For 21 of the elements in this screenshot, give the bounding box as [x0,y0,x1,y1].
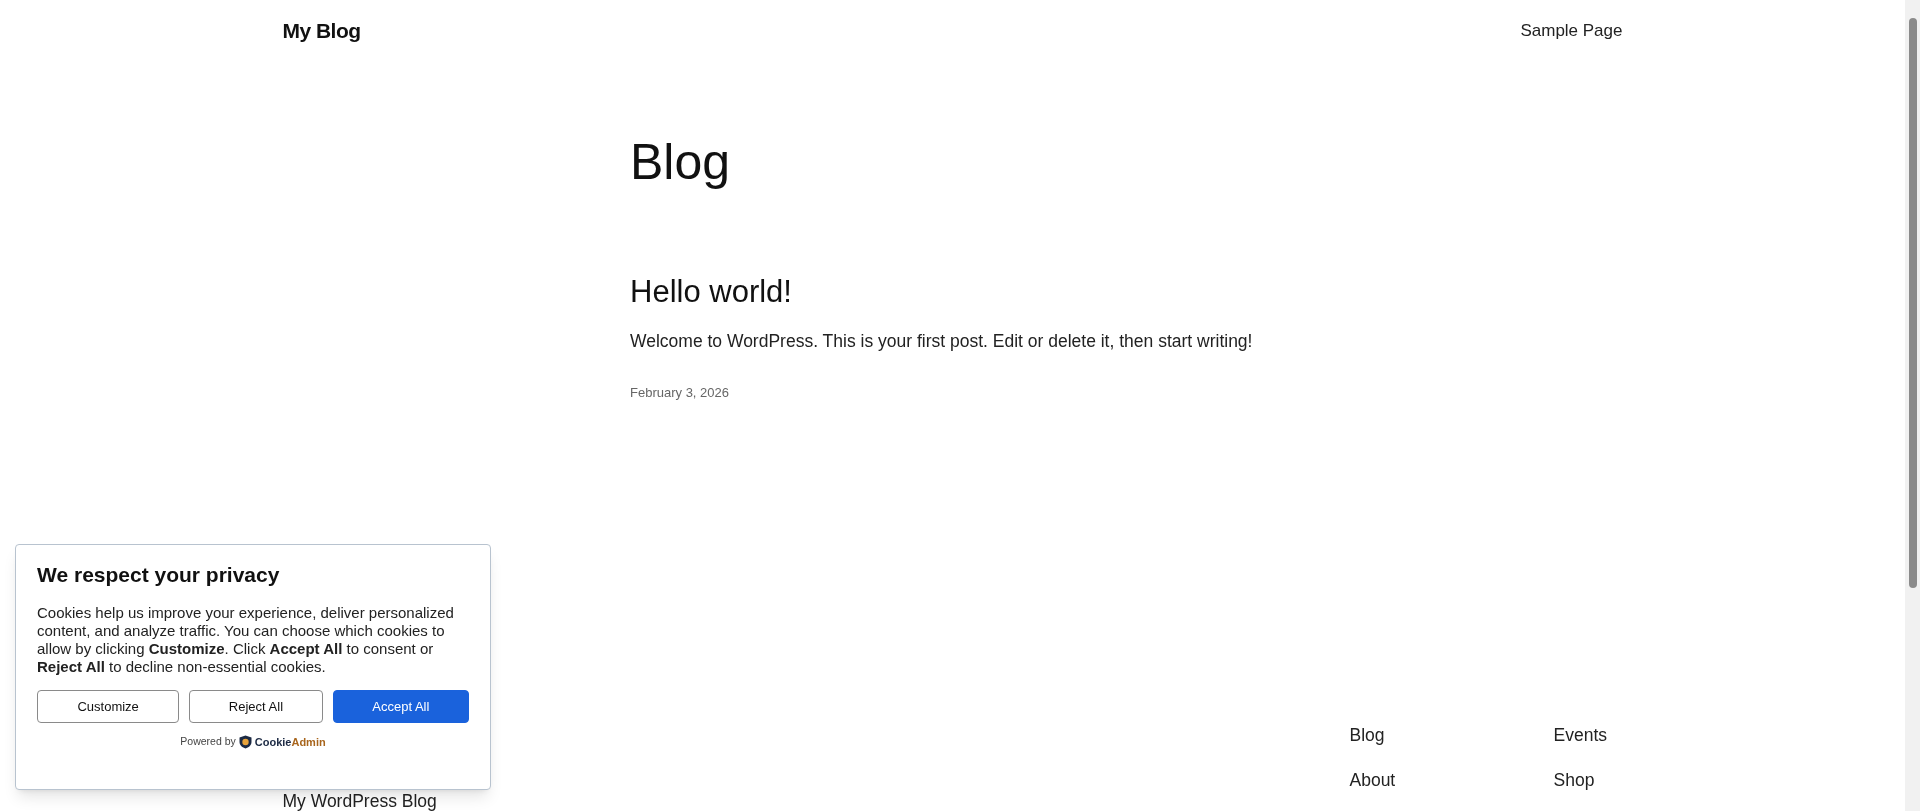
shield-icon [238,735,252,750]
brand-name[interactable]: CookieAdmin [254,734,326,751]
nav-link[interactable]: Sample Page [1520,18,1623,44]
footer-nav-link[interactable]: Shop [1553,768,1623,792]
site-title[interactable]: My Blog [282,15,361,47]
post-date: February 3, 2026 [630,383,730,402]
secondary-button[interactable]: Reject All [189,690,323,723]
powered-by-text: Powered by [180,734,236,750]
footer-site-title[interactable]: My WordPress Blog [282,791,437,811]
post-excerpt: Welcome to WordPress. This is your first post. Edit or delete it, then start writing! [630,329,1254,353]
scrollbar-thumb[interactable] [1908,18,1917,588]
footer-nav-link[interactable]: Blog [1349,723,1554,747]
cookie-banner-text: Cookies help us improve your experience, deliver personalized content, and analyze traffic. You can choose which cookies to allow by clicking Customize. Click Accept All to consent or Reject All to decline non-essential cookies. [37,604,455,676]
cookie-banner-title: We respect your privacy [37,562,281,588]
accept-button[interactable]: Accept All [332,690,469,723]
post-title[interactable]: Hello world! [630,272,1275,311]
scrollbar[interactable] [1905,0,1920,811]
page-title: Blog [630,132,732,192]
footer-nav-link[interactable]: About [1349,768,1554,792]
secondary-button[interactable]: Customize [37,690,180,723]
footer-nav-link[interactable]: Events [1553,723,1623,747]
